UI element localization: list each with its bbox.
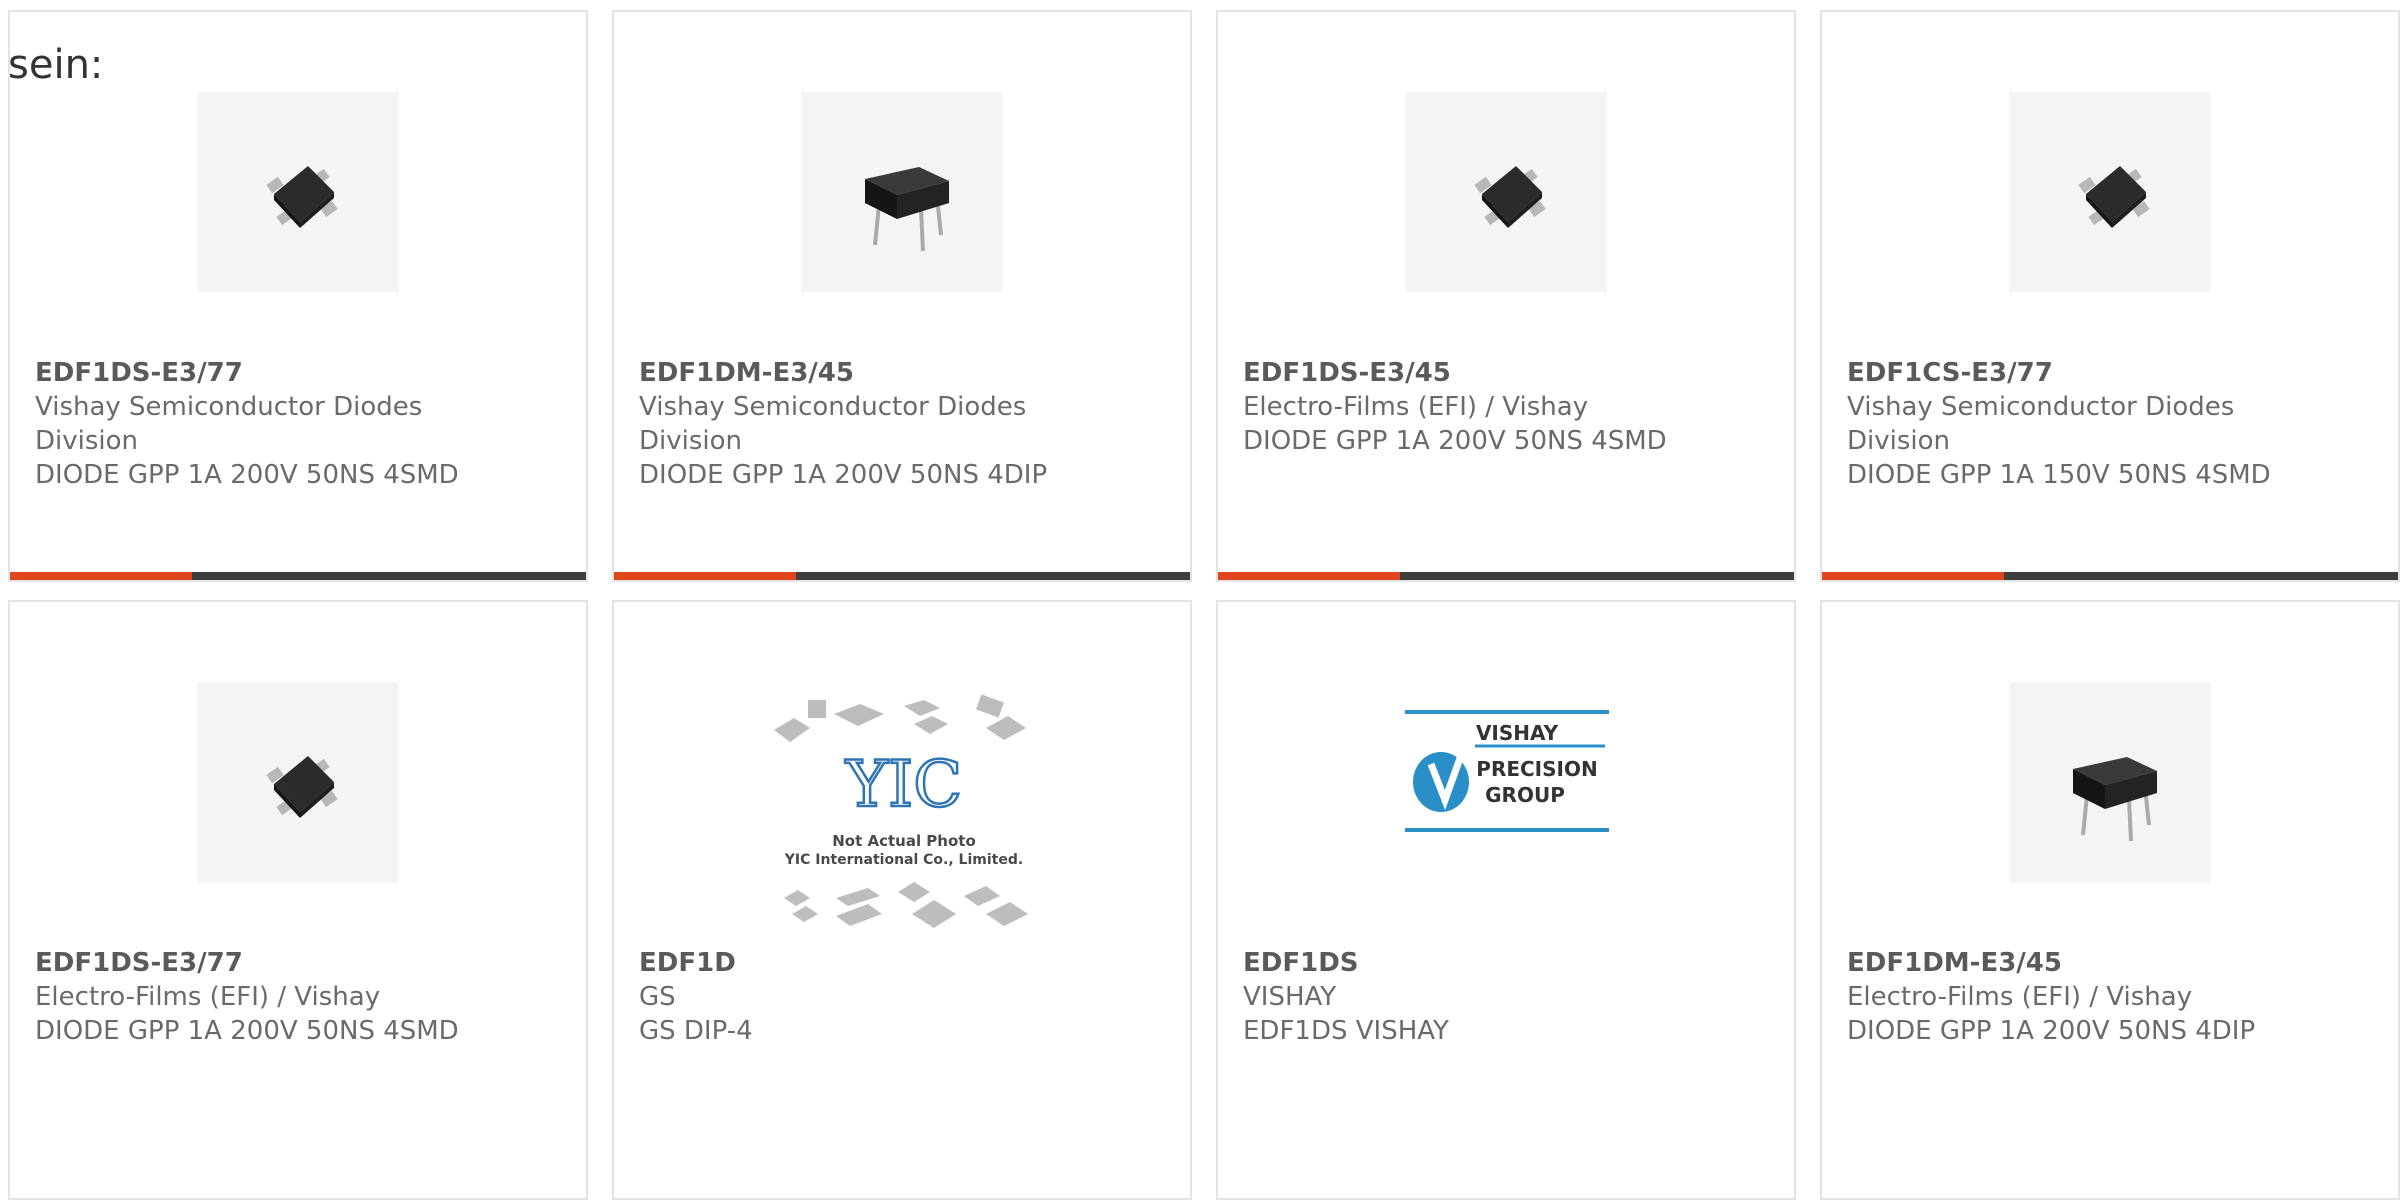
part-number[interactable]: EDF1DM-E3/45 — [639, 356, 1079, 390]
product-image[interactable]: YIC Not Actual Photo YIC International C… — [764, 692, 1040, 948]
product-card[interactable]: EDF1DM-E3/45 Electro-Films (EFI) / Visha… — [1820, 600, 2400, 1200]
product-card[interactable]: EDF1DM-E3/45 Vishay Semiconductor Diodes… — [612, 10, 1192, 582]
description: DIODE GPP 1A 200V 50NS 4DIP — [639, 460, 1048, 490]
image-caption: YIC International Co., Limited. — [784, 852, 1023, 868]
manufacturer: Vishay Semiconductor Diodes Division — [35, 392, 423, 456]
manufacturer: Electro-Films (EFI) / Vishay — [35, 982, 381, 1012]
smd-chip-icon — [1474, 166, 1546, 228]
card-bottom-bar — [1822, 572, 2398, 580]
product-image[interactable] — [2009, 92, 2211, 292]
manufacturer: Vishay Semiconductor Diodes Division — [1847, 392, 2235, 456]
manufacturer: GS — [639, 982, 676, 1012]
part-number[interactable]: EDF1DS — [1243, 946, 1683, 980]
product-image[interactable] — [801, 92, 1003, 292]
logo-line: GROUP — [1485, 783, 1565, 807]
part-number[interactable]: EDF1DS-E3/77 — [35, 946, 475, 980]
description: DIODE GPP 1A 200V 50NS 4SMD — [35, 1016, 459, 1046]
card-bottom-bar — [1218, 572, 1794, 580]
accent-bar — [1218, 572, 1400, 580]
product-image[interactable] — [197, 92, 399, 292]
yic-placeholder-icon: YIC Not Actual Photo YIC International C… — [774, 694, 1028, 928]
description: DIODE GPP 1A 200V 50NS 4SMD — [1243, 426, 1667, 456]
part-number[interactable]: EDF1DS-E3/77 — [35, 356, 475, 390]
product-card[interactable]: EDF1DS-E3/45 Electro-Films (EFI) / Visha… — [1216, 10, 1796, 582]
smd-chip-icon — [266, 166, 338, 228]
description: GS DIP-4 — [639, 1016, 753, 1046]
image-caption: Not Actual Photo — [832, 832, 976, 850]
product-card[interactable]: EDF1DS-E3/77 Vishay Semiconductor Diodes… — [8, 10, 588, 582]
manufacturer: Electro-Films (EFI) / Vishay — [1243, 392, 1589, 422]
accent-bar — [10, 572, 192, 580]
dip-chip-icon — [2073, 757, 2157, 842]
manufacturer: Vishay Semiconductor Diodes Division — [639, 392, 1027, 456]
product-card[interactable]: EDF1DS-E3/77 Electro-Films (EFI) / Visha… — [8, 600, 588, 1200]
product-image[interactable]: VISHAY PRECISION GROUP — [1405, 710, 1609, 834]
part-number[interactable]: EDF1DS-E3/45 — [1243, 356, 1683, 390]
card-bottom-bar — [614, 572, 1190, 580]
logo-line: PRECISION — [1476, 757, 1597, 781]
part-number[interactable]: EDF1D — [639, 946, 1079, 980]
smd-chip-icon — [2078, 166, 2150, 228]
manufacturer: VISHAY — [1243, 982, 1337, 1012]
part-number[interactable]: EDF1DM-E3/45 — [1847, 946, 2287, 980]
product-card[interactable]: EDF1CS-E3/77 Vishay Semiconductor Diodes… — [1820, 10, 2400, 582]
part-number[interactable]: EDF1CS-E3/77 — [1847, 356, 2287, 390]
smd-chip-icon — [266, 756, 338, 818]
product-card[interactable]: VISHAY PRECISION GROUP EDF1DS VISHAY EDF… — [1216, 600, 1796, 1200]
intro-text: sein: — [8, 42, 104, 88]
vishay-logo-icon: VISHAY PRECISION GROUP — [1405, 710, 1609, 832]
description: DIODE GPP 1A 200V 50NS 4DIP — [1847, 1016, 2256, 1046]
product-image[interactable] — [2009, 682, 2211, 882]
description: EDF1DS VISHAY — [1243, 1016, 1449, 1046]
yic-logo: YIC — [845, 748, 963, 822]
dip-chip-icon — [865, 167, 949, 252]
product-image[interactable] — [197, 682, 399, 882]
accent-bar — [1822, 572, 2004, 580]
description: DIODE GPP 1A 200V 50NS 4SMD — [35, 460, 459, 490]
logo-line: VISHAY — [1476, 721, 1559, 745]
manufacturer: Electro-Films (EFI) / Vishay — [1847, 982, 2193, 1012]
description: DIODE GPP 1A 150V 50NS 4SMD — [1847, 460, 2271, 490]
product-image[interactable] — [1405, 92, 1607, 292]
product-card[interactable]: YIC Not Actual Photo YIC International C… — [612, 600, 1192, 1200]
card-bottom-bar — [10, 572, 586, 580]
accent-bar — [614, 572, 796, 580]
